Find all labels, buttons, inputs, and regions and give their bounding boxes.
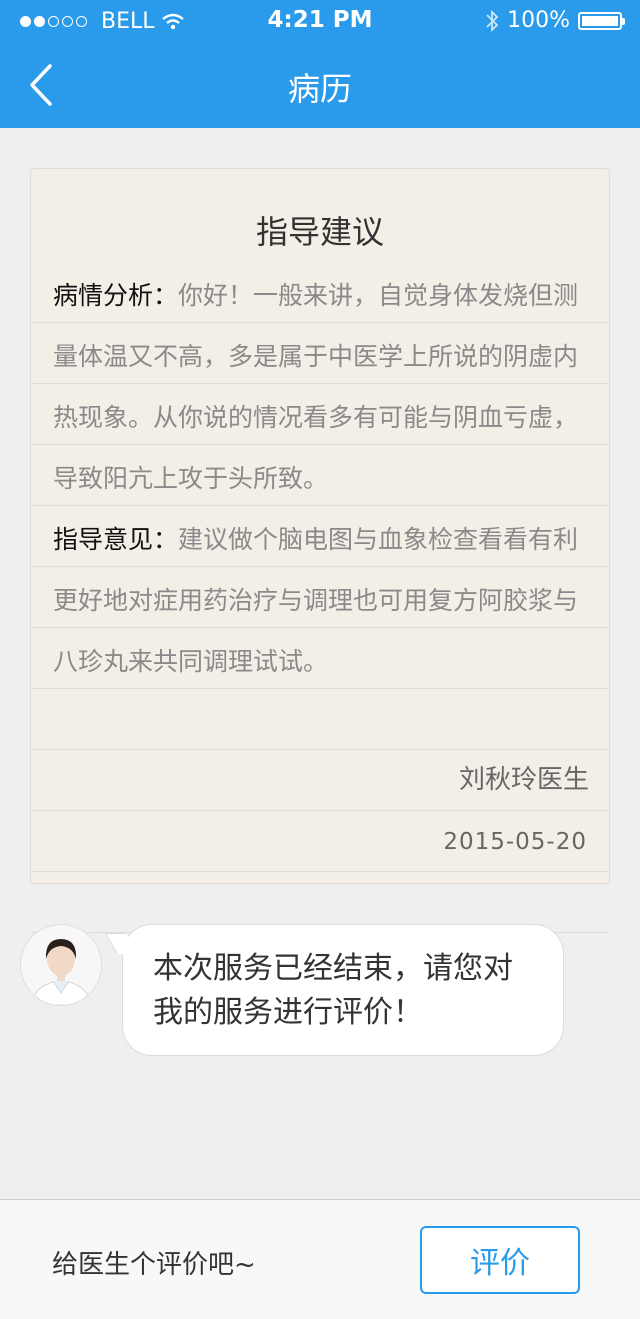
analysis-label: 病情分析： bbox=[53, 281, 179, 310]
analysis-section: 病情分析：你好！一般来讲，自觉身体发烧但测量体温又不高，多是属于中医学上所说的阴… bbox=[53, 265, 591, 509]
doctor-name: 刘秋玲医生 bbox=[458, 765, 589, 795]
record-date: 2015-05-20 bbox=[443, 829, 587, 855]
chat-bubble: 本次服务已经结束，请您对我的服务进行评价！ bbox=[122, 924, 564, 1056]
chat-message: 本次服务已经结束，请您对我的服务进行评价！ bbox=[153, 951, 513, 1030]
doctor-avatar-icon bbox=[21, 925, 101, 1005]
page-title: 病历 bbox=[287, 70, 352, 108]
bottom-bar: 给医生个评价吧~ 评价 bbox=[0, 1199, 640, 1319]
battery-percent: 100% bbox=[507, 8, 570, 33]
rating-hint: 给医生个评价吧~ bbox=[52, 1250, 256, 1280]
battery-icon bbox=[578, 11, 625, 30]
advice-label: 指导意见： bbox=[53, 525, 179, 554]
record-title: 指导建议 bbox=[255, 213, 384, 251]
doctor-avatar[interactable] bbox=[20, 924, 102, 1006]
advice-section: 指导意见：建议做个脑电图与血象检查看看有利更好地对症用药治疗与调理也可用复方阿胶… bbox=[53, 509, 591, 692]
medical-record-card: 指导建议 病情分析：你好！一般来讲，自觉身体发烧但测量体温又不高，多是属于中医学… bbox=[30, 168, 610, 933]
header: BELL 4:21 PM 100% 病历 bbox=[0, 0, 640, 128]
rate-button[interactable]: 评价 bbox=[420, 1226, 580, 1294]
analysis-text: 你好！一般来讲，自觉身体发烧但测量体温又不高，多是属于中医学上所说的阴虚内热现象… bbox=[53, 281, 579, 493]
status-bar: BELL 4:21 PM 100% bbox=[0, 0, 640, 40]
bluetooth-icon bbox=[486, 9, 499, 32]
